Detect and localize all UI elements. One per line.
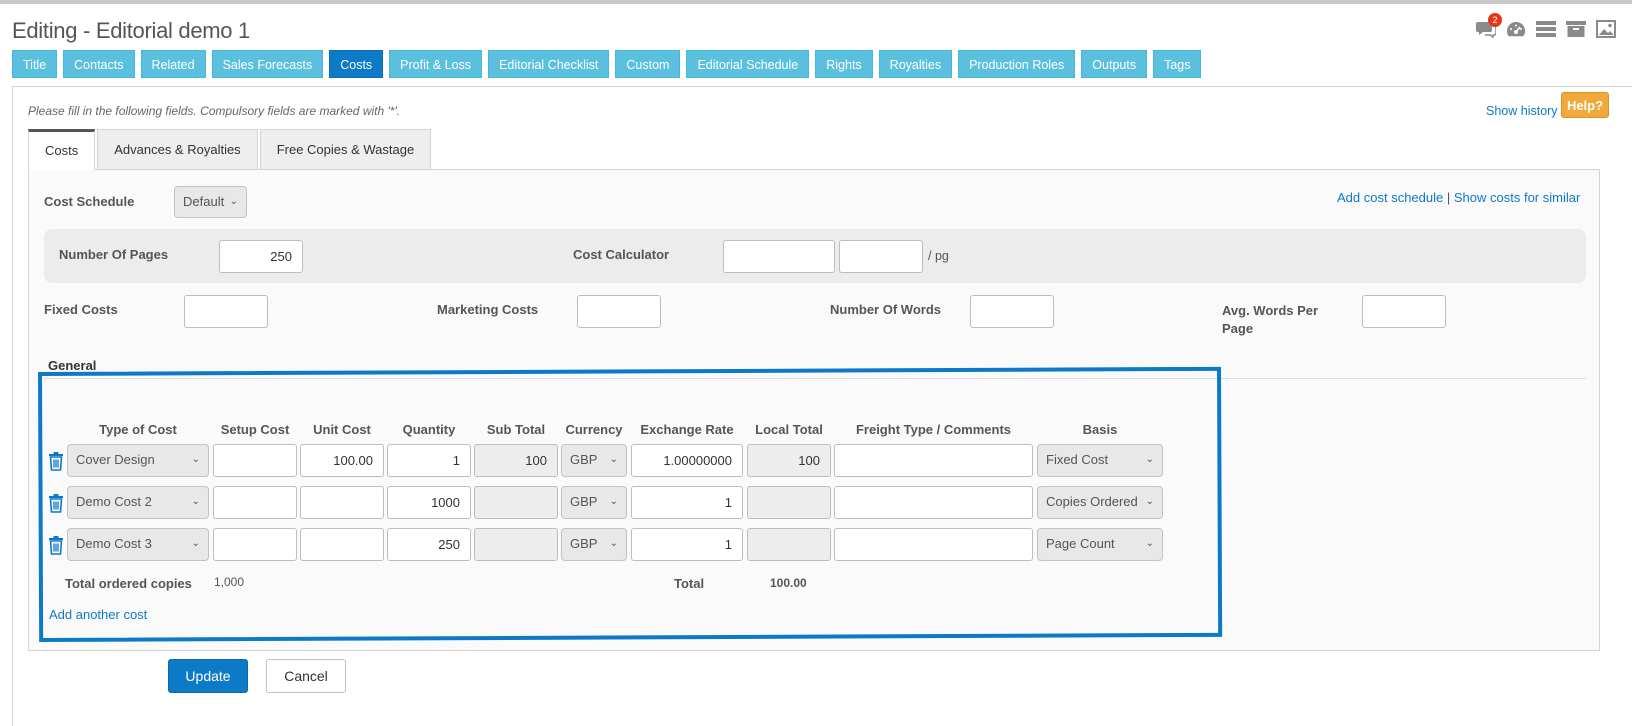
list-icon[interactable] (1536, 20, 1556, 38)
subtab-costs[interactable]: Costs (28, 129, 96, 170)
nav-tab-title[interactable]: Title (12, 50, 58, 78)
number-of-words-label: Number Of Words (830, 302, 941, 317)
cost-schedule-value: Default (183, 194, 225, 209)
number-of-pages-input[interactable]: 250 (219, 240, 303, 273)
nav-tab-contacts[interactable]: Contacts (63, 50, 135, 78)
comments-icon[interactable]: 2 (1476, 13, 1502, 38)
nav-tab-outputs[interactable]: Outputs (1081, 50, 1148, 78)
per-page-suffix: / pg (928, 249, 949, 263)
notification-badge: 2 (1488, 13, 1502, 27)
nav-tab-editorial-checklist[interactable]: Editorial Checklist (488, 50, 610, 78)
cost-schedule-label: Cost Schedule (44, 194, 135, 209)
cost-schedule-select[interactable]: Default ⌄ (174, 186, 247, 218)
cost-calculator-input[interactable] (723, 240, 835, 273)
avg-words-label-line1: Avg. Words Per (1222, 303, 1319, 318)
nav-tab-related[interactable]: Related (140, 50, 206, 78)
number-of-pages-label: Number Of Pages (59, 247, 169, 262)
help-button[interactable]: Help? (1561, 92, 1609, 118)
nav-tab-editorial-schedule[interactable]: Editorial Schedule (686, 50, 810, 78)
subtab-free-copies-wastage[interactable]: Free Copies & Wastage (259, 129, 432, 169)
update-button[interactable]: Update (168, 659, 248, 693)
nav-tab-custom[interactable]: Custom (615, 50, 681, 78)
nav-tab-tags[interactable]: Tags (1153, 50, 1202, 78)
subtab-advances-royalties[interactable]: Advances & Royalties (97, 129, 258, 169)
highlight-box (38, 366, 1223, 642)
add-cost-schedule-link[interactable]: Add cost schedule (1337, 190, 1443, 205)
link-separator: | (1446, 190, 1451, 205)
image-icon[interactable] (1596, 20, 1616, 38)
cost-schedule-links: Add cost schedule | Show costs for simil… (1337, 190, 1580, 205)
nav-tab-production-roles[interactable]: Production Roles (958, 50, 1076, 78)
dashboard-icon[interactable] (1506, 20, 1526, 38)
nav-tab-rights[interactable]: Rights (815, 50, 873, 78)
avg-words-per-page-input[interactable] (1362, 295, 1446, 328)
fixed-costs-input[interactable] (184, 295, 268, 328)
show-costs-similar-link[interactable]: Show costs for similar (1454, 190, 1580, 205)
marketing-costs-input[interactable] (577, 295, 661, 328)
nav-tab-sales-forecasts[interactable]: Sales Forecasts (211, 50, 324, 78)
nav-tab-costs[interactable]: Costs (329, 50, 384, 78)
nav-tab-royalties[interactable]: Royalties (878, 50, 953, 78)
avg-words-label-line2: Page (1222, 321, 1254, 336)
nav-tab-profit-loss[interactable]: Profit & Loss (389, 50, 483, 78)
page-title: Editing - Editorial demo 1 (12, 18, 250, 43)
show-history-link[interactable]: Show history (1486, 104, 1558, 118)
main-nav: Title Contacts Related Sales Forecasts Costs… (12, 50, 1202, 78)
avg-words-per-page-label: Avg. Words Per Page (1222, 302, 1318, 338)
cancel-button[interactable]: Cancel (266, 659, 346, 693)
cost-per-page-input[interactable] (839, 240, 923, 273)
chevron-down-icon: ⌄ (229, 196, 238, 207)
number-of-words-input[interactable] (970, 295, 1054, 328)
general-heading: General (48, 358, 97, 373)
top-strip (0, 0, 1632, 4)
top-toolbar: 2 (1476, 13, 1616, 38)
form-hint: Please fill in the following fields. Com… (28, 104, 401, 118)
cost-calculator-label: Cost Calculator (573, 247, 670, 262)
marketing-costs-label: Marketing Costs (437, 302, 539, 317)
archive-icon[interactable] (1566, 20, 1586, 38)
cost-subtabs: Costs Advances & Royalties Free Copies & W… (28, 129, 433, 170)
fixed-costs-label: Fixed Costs (44, 302, 118, 317)
